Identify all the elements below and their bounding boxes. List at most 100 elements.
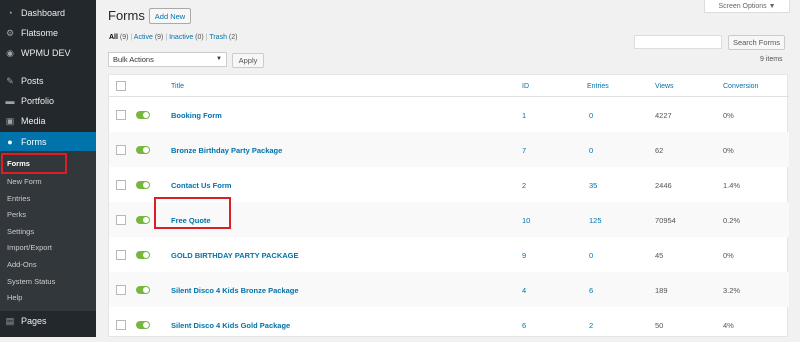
- submenu-help[interactable]: Help: [7, 293, 22, 302]
- forms-icon: ●: [7, 136, 13, 147]
- form-conversion: 3.2%: [723, 286, 741, 295]
- menu-label: Posts: [21, 76, 44, 86]
- search-input[interactable]: [634, 35, 722, 49]
- forms-table: Title ID Entries Views Conversion Bookin…: [108, 74, 789, 337]
- apply-button[interactable]: Apply: [232, 53, 264, 68]
- form-entries[interactable]: 0: [589, 251, 593, 260]
- bulk-actions-value: Bulk Actions: [113, 55, 154, 64]
- form-id[interactable]: 10: [522, 216, 530, 225]
- form-conversion: 0%: [723, 251, 734, 260]
- menu-dashboard[interactable]: ◔ Dashboard: [0, 4, 96, 22]
- menu-pages[interactable]: ▤ Pages: [0, 312, 96, 330]
- menu-label: Media: [21, 116, 46, 126]
- form-entries[interactable]: 35: [589, 181, 597, 190]
- table-row: Booking Form 1 0 4227 0%: [109, 97, 789, 132]
- form-entries[interactable]: 2: [589, 321, 593, 330]
- filter-trash-count: (2): [228, 34, 238, 41]
- form-views: 4227: [655, 111, 672, 120]
- flatsome-icon: ⚙: [5, 27, 15, 38]
- active-toggle[interactable]: [136, 216, 150, 224]
- form-conversion: 0%: [723, 111, 734, 120]
- submenu-entries[interactable]: Entries: [7, 194, 30, 203]
- form-conversion: 0%: [723, 146, 734, 155]
- menu-posts[interactable]: ✎ Posts: [0, 72, 96, 90]
- table-header: Title ID Entries Views Conversion: [109, 75, 789, 97]
- menu-flatsome[interactable]: ⚙ Flatsome: [0, 24, 96, 42]
- filter-active[interactable]: Active: [134, 34, 153, 41]
- form-views: 70954: [655, 216, 676, 225]
- submenu-settings[interactable]: Settings: [7, 227, 34, 236]
- form-title-link[interactable]: Booking Form: [171, 111, 222, 120]
- row-checkbox[interactable]: [116, 145, 126, 155]
- form-entries[interactable]: 125: [589, 216, 602, 225]
- filter-inactive-count: (0): [195, 34, 204, 41]
- column-entries[interactable]: Entries: [587, 83, 609, 90]
- pages-icon: ▤: [5, 315, 15, 326]
- main-content: Forms Add New Screen Options ▼ All (9) |…: [96, 0, 800, 337]
- submenu-add-ons[interactable]: Add-Ons: [7, 260, 37, 269]
- row-checkbox[interactable]: [116, 180, 126, 190]
- active-toggle[interactable]: [136, 111, 150, 119]
- page-title: Forms: [108, 8, 145, 23]
- form-title-link[interactable]: Contact Us Form: [171, 181, 231, 190]
- form-title-link[interactable]: GOLD BIRTHDAY PARTY PACKAGE: [171, 251, 299, 260]
- form-title-link[interactable]: Bronze Birthday Party Package: [171, 146, 282, 155]
- form-conversion: 4%: [723, 321, 734, 330]
- form-views: 62: [655, 146, 664, 155]
- form-title-link[interactable]: Silent Disco 4 Kids Gold Package: [171, 321, 290, 330]
- select-all-checkbox[interactable]: [116, 81, 126, 91]
- column-views[interactable]: Views: [655, 83, 674, 90]
- form-conversion: 0.2%: [723, 216, 741, 225]
- admin-sidebar: ◔ Dashboard ⚙ Flatsome ◉ WPMU DEV ✎ Post…: [0, 0, 96, 337]
- submenu-perks[interactable]: Perks: [7, 210, 26, 219]
- row-checkbox[interactable]: [116, 215, 126, 225]
- form-conversion: 1.4%: [723, 181, 741, 190]
- table-row: GOLD BIRTHDAY PARTY PACKAGE 9 0 45 0%: [109, 237, 789, 272]
- menu-label: Forms: [21, 136, 47, 147]
- row-checkbox[interactable]: [116, 110, 126, 120]
- folder-icon: ▬: [5, 96, 15, 106]
- submenu-import-export[interactable]: Import/Export: [7, 243, 52, 252]
- active-toggle[interactable]: [136, 286, 150, 294]
- column-title[interactable]: Title: [171, 83, 184, 90]
- active-toggle[interactable]: [136, 251, 150, 259]
- form-views: 50: [655, 321, 664, 330]
- form-id[interactable]: 9: [522, 251, 526, 260]
- filter-all[interactable]: All: [109, 34, 118, 41]
- search-forms-button[interactable]: Search Forms: [728, 35, 785, 50]
- form-id[interactable]: 6: [522, 321, 526, 330]
- active-toggle[interactable]: [136, 181, 150, 189]
- row-checkbox[interactable]: [116, 250, 126, 260]
- menu-media[interactable]: ▣ Media: [0, 112, 96, 130]
- table-row: Bronze Birthday Party Package 7 0 62 0%: [109, 132, 789, 167]
- form-id[interactable]: 1: [522, 111, 526, 120]
- screen-options-button[interactable]: Screen Options ▼: [704, 0, 790, 13]
- add-new-button[interactable]: Add New: [149, 8, 191, 24]
- form-id[interactable]: 4: [522, 286, 526, 295]
- form-views: 2446: [655, 181, 672, 190]
- menu-portfolio[interactable]: ▬ Portfolio: [0, 92, 96, 110]
- filter-inactive[interactable]: Inactive: [169, 34, 193, 41]
- submenu-system-status[interactable]: System Status: [7, 277, 55, 286]
- form-entries[interactable]: 0: [589, 146, 593, 155]
- form-entries[interactable]: 0: [589, 111, 593, 120]
- form-entries[interactable]: 6: [589, 286, 593, 295]
- row-checkbox[interactable]: [116, 320, 126, 330]
- column-conversion[interactable]: Conversion: [723, 83, 758, 90]
- form-id[interactable]: 2: [522, 181, 526, 190]
- menu-wpmudev[interactable]: ◉ WPMU DEV: [0, 44, 96, 62]
- active-toggle[interactable]: [136, 321, 150, 329]
- filter-trash[interactable]: Trash: [209, 34, 227, 41]
- menu-label: Dashboard: [21, 8, 66, 18]
- filter-active-count: (9): [154, 34, 164, 41]
- column-id[interactable]: ID: [522, 83, 529, 90]
- row-checkbox[interactable]: [116, 285, 126, 295]
- menu-forms[interactable]: ● Forms: [0, 132, 96, 151]
- form-id[interactable]: 7: [522, 146, 526, 155]
- wpmudev-icon: ◉: [6, 47, 14, 58]
- submenu-new-form[interactable]: New Form: [7, 177, 42, 186]
- form-title-link[interactable]: Silent Disco 4 Kids Bronze Package: [171, 286, 299, 295]
- form-views: 45: [655, 251, 664, 260]
- bulk-actions-select[interactable]: Bulk Actions ▼: [108, 52, 227, 67]
- active-toggle[interactable]: [136, 146, 150, 154]
